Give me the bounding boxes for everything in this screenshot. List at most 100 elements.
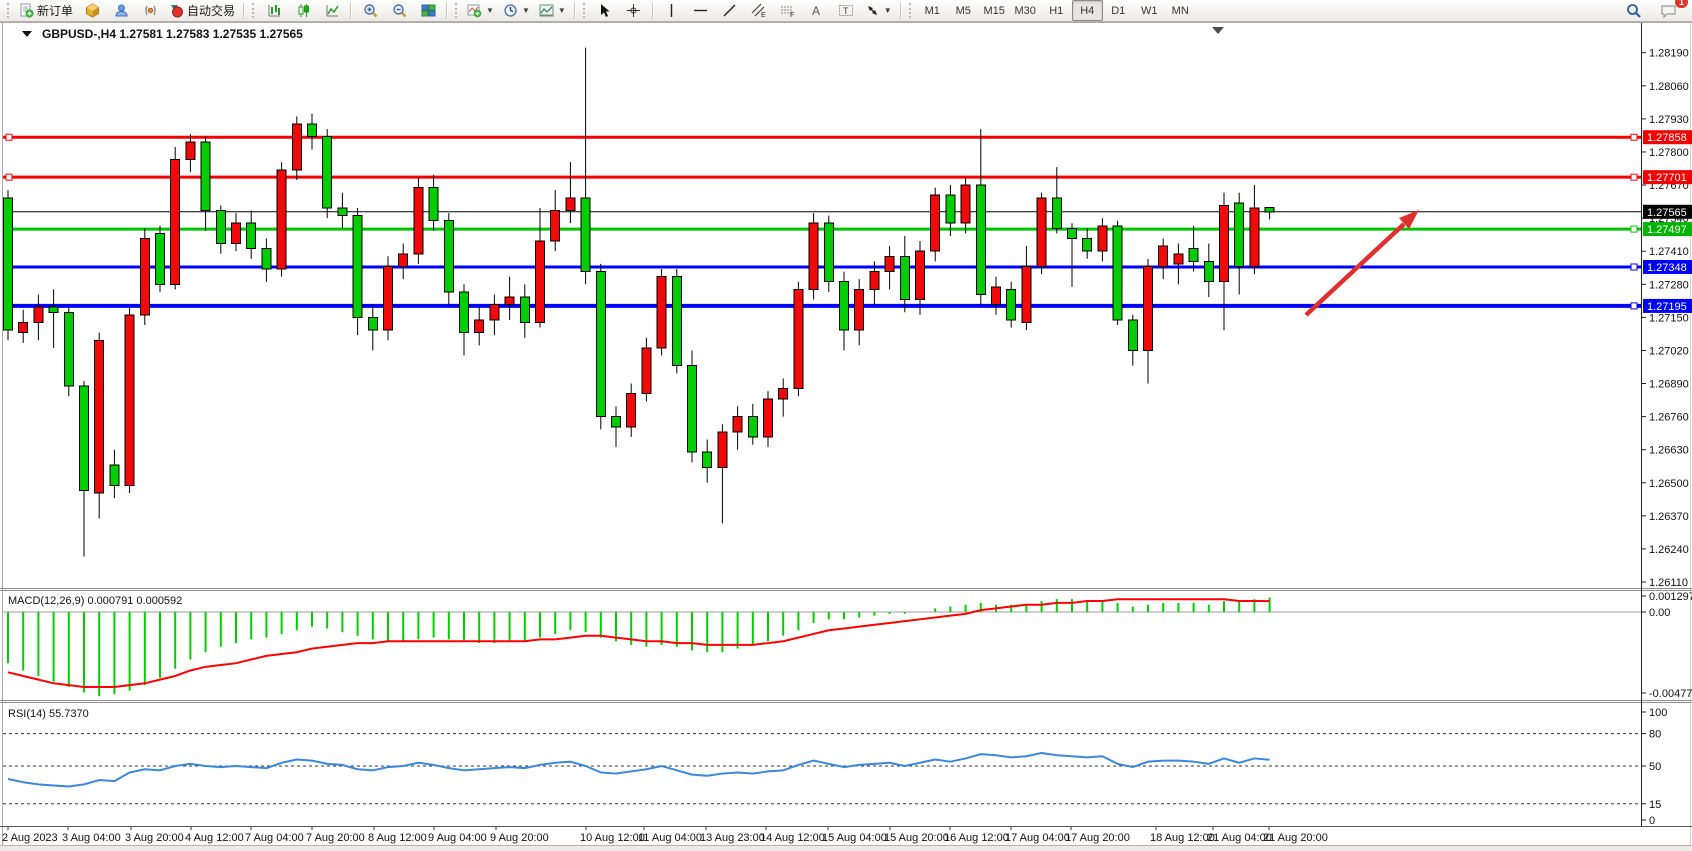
news-icon <box>143 3 158 18</box>
arrows-tool-button[interactable]: ▼ <box>861 0 896 21</box>
price-tick-label: 1.27150 <box>1649 312 1689 324</box>
price-tick-label: 1.26630 <box>1649 445 1689 457</box>
time-tick-label: 14 Aug 12:00 <box>760 832 825 844</box>
timeframe-M30[interactable]: M30 <box>1010 0 1041 21</box>
candle-body <box>1265 208 1274 212</box>
text-tool-button[interactable]: A <box>803 0 831 21</box>
candle-body <box>1204 261 1213 281</box>
signals-icon <box>114 3 129 18</box>
candle-body <box>19 322 28 332</box>
zoom-in-icon <box>363 3 378 18</box>
candle-body <box>855 289 864 330</box>
trendline-tool-button[interactable] <box>716 0 744 21</box>
periods-button[interactable]: ▼ <box>499 0 534 21</box>
line-handle-right[interactable] <box>1631 303 1637 309</box>
news-button[interactable] <box>136 0 164 21</box>
candle-body <box>277 170 286 269</box>
hline-tool-icon <box>693 3 708 18</box>
candle-body <box>612 417 621 427</box>
timeframe-D1[interactable]: D1 <box>1103 0 1134 21</box>
candle-body <box>748 417 757 437</box>
time-tick-label: 3 Aug 04:00 <box>62 832 121 844</box>
hline-tool-button[interactable] <box>687 0 715 21</box>
channel-tool-button[interactable]: E <box>745 0 773 21</box>
symbol-ohlc-label: GBPUSD-,H4 1.27581 1.27583 1.27535 1.275… <box>42 27 303 41</box>
zoom-out-button[interactable] <box>385 0 413 21</box>
candle-body <box>551 210 560 241</box>
timeframe-M15[interactable]: M15 <box>979 0 1010 21</box>
candle-body <box>536 241 545 322</box>
new-order-button[interactable]: 新订单 <box>15 0 77 21</box>
vline-tool-button[interactable] <box>658 0 686 21</box>
price-badge-label: 1.27565 <box>1647 207 1687 219</box>
timeframe-M1[interactable]: M1 <box>917 0 948 21</box>
timeframe-W1[interactable]: W1 <box>1134 0 1165 21</box>
line-handle-left[interactable] <box>6 174 12 180</box>
candle-body <box>201 142 210 211</box>
candle-body <box>49 307 58 312</box>
search-icon <box>1626 3 1642 19</box>
candle-body <box>1113 226 1122 320</box>
candle-body <box>672 277 681 366</box>
candle-body <box>460 292 469 333</box>
toolbar-separator <box>652 3 654 19</box>
candle-body <box>156 233 165 284</box>
candle-body <box>1068 228 1077 238</box>
crosshair-tool-button[interactable] <box>620 0 648 21</box>
toolbar-right-tools: 1 <box>1620 0 1688 21</box>
fibo-tool-button[interactable]: F <box>774 0 802 21</box>
text-tool-icon: A <box>810 3 823 18</box>
price-tick-label: 1.27800 <box>1649 147 1689 159</box>
autotrade-button[interactable]: 自动交易 <box>165 0 239 21</box>
autotrade-label: 自动交易 <box>187 2 235 19</box>
signals-button[interactable] <box>107 0 135 21</box>
candle-body <box>414 188 423 254</box>
chat-button[interactable]: 1 <box>1654 0 1682 21</box>
candle-body <box>809 223 818 289</box>
label-tool-button[interactable]: T <box>832 0 860 21</box>
macd-axis-label: 0.00 <box>1649 607 1670 619</box>
time-tick-label: 15 Aug 04:00 <box>822 832 887 844</box>
candle-body <box>216 210 225 243</box>
zoom-in-button[interactable] <box>356 0 384 21</box>
candle-body <box>1052 198 1061 229</box>
trendline-tool-icon <box>722 3 737 18</box>
new-order-icon <box>19 3 34 18</box>
chart-window[interactable]: 1.281901.280601.279301.278001.276701.275… <box>0 0 1692 851</box>
line-handle-right[interactable] <box>1631 134 1637 140</box>
indicators-button[interactable]: ▼ <box>463 0 498 21</box>
svg-text:F: F <box>790 12 794 18</box>
timeframe-H4[interactable]: H4 <box>1072 0 1103 21</box>
templates-button[interactable]: ▼ <box>535 0 570 21</box>
tile-windows-icon <box>421 3 436 18</box>
candle-body <box>900 256 909 299</box>
timeframe-M5[interactable]: M5 <box>948 0 979 21</box>
bar-chart-mode-button[interactable] <box>260 0 288 21</box>
candle-body <box>64 312 73 386</box>
timeframe-MN[interactable]: MN <box>1165 0 1196 21</box>
time-tick-label: 17 Aug 20:00 <box>1065 832 1130 844</box>
time-tick-label: 3 Aug 20:00 <box>125 832 184 844</box>
line-handle-right[interactable] <box>1631 264 1637 270</box>
candle-body <box>505 297 514 305</box>
time-tick-label: 4 Aug 12:00 <box>185 832 244 844</box>
tile-windows-button[interactable] <box>414 0 442 21</box>
market-button[interactable] <box>78 0 106 21</box>
svg-text:T: T <box>843 6 849 16</box>
candle-body <box>429 188 438 221</box>
line-handle-right[interactable] <box>1631 174 1637 180</box>
candle-body <box>308 124 317 137</box>
line-handle-left[interactable] <box>6 134 12 140</box>
line-handle-right[interactable] <box>1631 226 1637 232</box>
search-button[interactable] <box>1620 0 1648 21</box>
timeframe-H1[interactable]: H1 <box>1041 0 1072 21</box>
line-chart-mode-button[interactable] <box>318 0 346 21</box>
cursor-icon <box>597 3 612 18</box>
time-tick-label: 9 Aug 20:00 <box>490 832 549 844</box>
candle-body <box>733 417 742 432</box>
candle-chart-mode-button[interactable] <box>289 0 317 21</box>
cursor-tool-button[interactable] <box>591 0 619 21</box>
periods-icon <box>503 3 518 18</box>
chart-canvas <box>0 22 1692 851</box>
chevron-down-icon: ▼ <box>486 6 494 15</box>
